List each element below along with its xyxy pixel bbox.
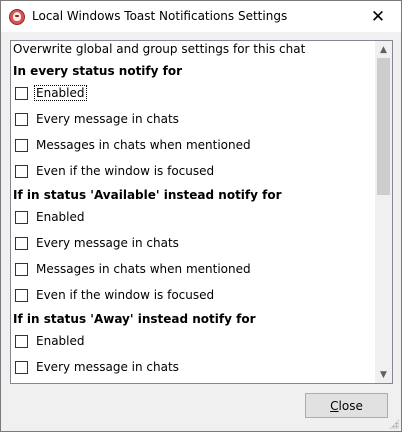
- close-button-mnemonic: C: [330, 398, 339, 413]
- checkbox-row-away-all-messages[interactable]: Every message in chats: [15, 359, 180, 375]
- title-bar[interactable]: Local Windows Toast Notifications Settin…: [1, 1, 401, 32]
- checkbox-row-available-enabled[interactable]: Enabled: [15, 209, 86, 225]
- window-title: Local Windows Toast Notifications Settin…: [32, 9, 288, 23]
- chevron-down-icon: ▼: [380, 369, 387, 380]
- checkbox[interactable]: [15, 262, 28, 276]
- scroll-up-button[interactable]: ▲: [375, 41, 392, 58]
- checkbox[interactable]: [15, 288, 28, 302]
- checkbox[interactable]: [15, 360, 28, 374]
- checkbox-label[interactable]: Messages in chats when mentioned: [35, 262, 252, 276]
- section-header-away: If in status 'Away' instead notify for: [13, 312, 256, 326]
- resize-grip-icon[interactable]: [389, 419, 399, 429]
- checkbox-row-away-enabled[interactable]: Enabled: [15, 333, 86, 349]
- checkbox-row-available-all-messages[interactable]: Every message in chats: [15, 235, 180, 251]
- checkbox-row-available-mentioned[interactable]: Messages in chats when mentioned: [15, 261, 252, 277]
- checkbox-label[interactable]: Enabled: [35, 210, 86, 224]
- checkbox-row-every-enabled[interactable]: Enabled: [15, 85, 87, 101]
- checkbox-row-every-all-messages[interactable]: Every message in chats: [15, 111, 180, 127]
- window-close-button[interactable]: ✕: [355, 1, 401, 32]
- checkbox[interactable]: [15, 86, 28, 100]
- scroll-down-button[interactable]: ▼: [375, 366, 392, 383]
- close-icon: ✕: [370, 6, 386, 27]
- app-icon: [9, 9, 25, 25]
- vertical-scrollbar[interactable]: ▲ ▼: [375, 41, 392, 383]
- scrollbar-thumb[interactable]: [377, 58, 390, 195]
- checkbox-row-every-window-focused[interactable]: Even if the window is focused: [15, 163, 215, 179]
- checkbox-label[interactable]: Messages in chats when mentioned: [35, 138, 252, 152]
- settings-scroll-panel[interactable]: Overwrite global and group settings for …: [10, 40, 393, 384]
- checkbox-label[interactable]: Every message in chats: [35, 112, 180, 126]
- settings-window: Local Windows Toast Notifications Settin…: [0, 0, 402, 432]
- checkbox[interactable]: [15, 138, 28, 152]
- checkbox-label[interactable]: Even if the window is focused: [35, 288, 215, 302]
- checkbox[interactable]: [15, 112, 28, 126]
- checkbox-label[interactable]: Every message in chats: [35, 360, 180, 374]
- checkbox-label[interactable]: Enabled: [35, 334, 86, 348]
- checkbox[interactable]: [15, 164, 28, 178]
- checkbox-label[interactable]: Every message in chats: [35, 236, 180, 250]
- section-header-every-status: In every status notify for: [13, 64, 183, 78]
- checkbox-label[interactable]: Enabled: [34, 85, 87, 101]
- close-button-label: lose: [338, 398, 363, 413]
- close-button[interactable]: Close: [305, 393, 388, 418]
- checkbox[interactable]: [15, 210, 28, 224]
- section-header-available: If in status 'Available' instead notify …: [13, 188, 282, 202]
- intro-text: Overwrite global and group settings for …: [13, 42, 306, 56]
- checkbox[interactable]: [15, 236, 28, 250]
- checkbox-row-available-window-focused[interactable]: Even if the window is focused: [15, 287, 215, 303]
- chevron-up-icon: ▲: [380, 44, 387, 55]
- checkbox-label[interactable]: Even if the window is focused: [35, 164, 215, 178]
- checkbox[interactable]: [15, 334, 28, 348]
- checkbox-row-every-mentioned[interactable]: Messages in chats when mentioned: [15, 137, 252, 153]
